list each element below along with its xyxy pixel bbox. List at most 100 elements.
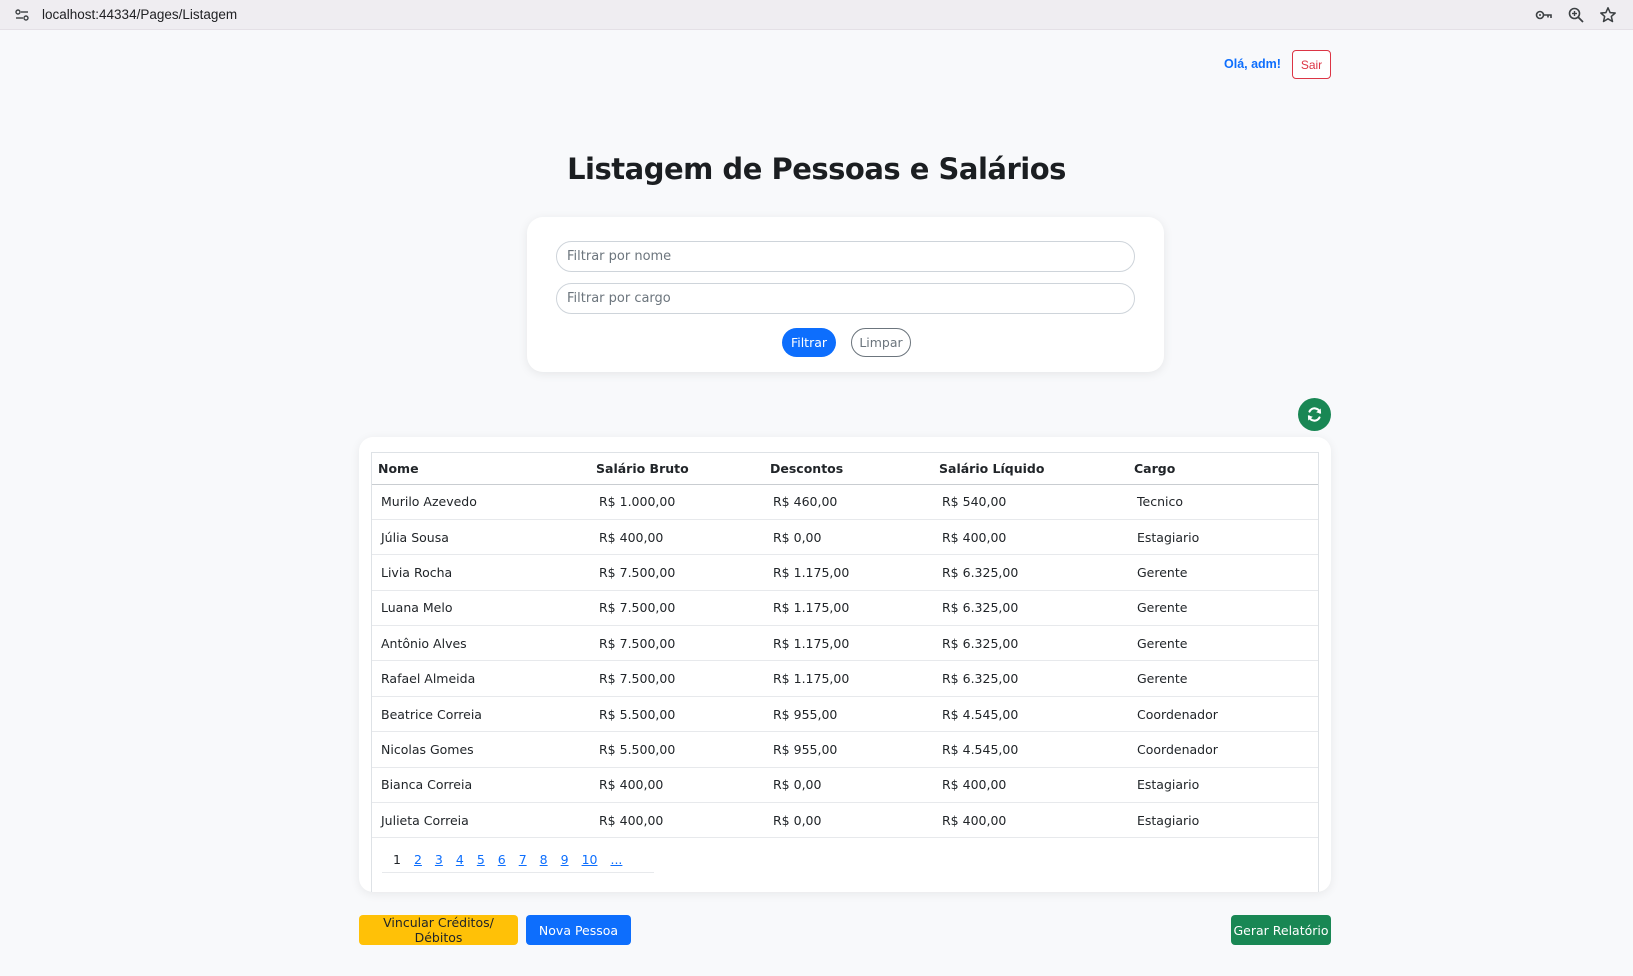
key-icon[interactable] <box>1535 6 1553 24</box>
cell-cargo: Gerente <box>1128 660 1318 697</box>
cell-salario-bruto: R$ 7.500,00 <box>590 554 764 591</box>
employees-table: Nome Salário Bruto Descontos Salário Líq… <box>372 453 1318 839</box>
cell-salario-bruto: R$ 400,00 <box>590 519 764 556</box>
cell-nome: Luana Melo <box>372 590 590 627</box>
cell-nome: Nicolas Gomes <box>372 731 590 768</box>
column-header-nome: Nome <box>372 453 590 485</box>
cell-cargo: Estagiario <box>1128 767 1318 804</box>
table-row: Rafael Almeida R$ 7.500,00 R$ 1.175,00 R… <box>372 660 1318 697</box>
page-link-more[interactable]: ... <box>610 852 622 867</box>
user-greeting: Olá, adm! <box>1224 57 1281 71</box>
cell-descontos: R$ 1.175,00 <box>764 590 933 627</box>
page-link[interactable]: 2 <box>414 852 422 867</box>
clear-button[interactable]: Limpar <box>851 328 911 357</box>
page-current: 1 <box>393 852 401 867</box>
generate-report-button[interactable]: Gerar Relatório <box>1231 915 1331 945</box>
refresh-icon <box>1307 407 1322 422</box>
cell-salario-liquido: R$ 400,00 <box>933 519 1128 556</box>
page-link[interactable]: 6 <box>498 852 506 867</box>
cell-salario-liquido: R$ 540,00 <box>933 484 1128 520</box>
cell-cargo: Gerente <box>1128 625 1318 662</box>
table-row: Beatrice Correia R$ 5.500,00 R$ 955,00 R… <box>372 696 1318 733</box>
refresh-button[interactable] <box>1298 398 1331 431</box>
cell-salario-bruto: R$ 400,00 <box>590 802 764 839</box>
pagination: 1 2 3 4 5 6 7 8 9 10 ... <box>382 847 654 873</box>
column-header-cargo: Cargo <box>1128 453 1318 485</box>
page-link[interactable]: 10 <box>582 852 598 867</box>
filter-panel: Filtrar Limpar <box>527 217 1164 372</box>
page-link[interactable]: 5 <box>477 852 485 867</box>
cell-salario-liquido: R$ 4.545,00 <box>933 696 1128 733</box>
cell-nome: Bianca Correia <box>372 767 590 804</box>
url-text[interactable]: localhost:44334/Pages/Listagem <box>42 7 237 22</box>
table-row: Luana Melo R$ 7.500,00 R$ 1.175,00 R$ 6.… <box>372 590 1318 627</box>
cell-cargo: Coordenador <box>1128 696 1318 733</box>
page-link[interactable]: 3 <box>435 852 443 867</box>
cell-descontos: R$ 1.175,00 <box>764 554 933 591</box>
cell-salario-liquido: R$ 400,00 <box>933 767 1128 804</box>
cell-salario-bruto: R$ 7.500,00 <box>590 625 764 662</box>
cell-salario-bruto: R$ 5.500,00 <box>590 696 764 733</box>
cell-nome: Rafael Almeida <box>372 660 590 697</box>
cell-nome: Murilo Azevedo <box>372 484 590 520</box>
table-header-row: Nome Salário Bruto Descontos Salário Líq… <box>372 453 1318 485</box>
cell-cargo: Coordenador <box>1128 731 1318 768</box>
browser-address-bar: localhost:44334/Pages/Listagem <box>0 0 1633 30</box>
cell-descontos: R$ 1.175,00 <box>764 660 933 697</box>
employees-table-card: Nome Salário Bruto Descontos Salário Líq… <box>359 437 1331 892</box>
cell-descontos: R$ 460,00 <box>764 484 933 520</box>
cell-nome: Livia Rocha <box>372 554 590 591</box>
cell-salario-liquido: R$ 6.325,00 <box>933 590 1128 627</box>
site-settings-icon[interactable] <box>14 7 30 23</box>
page-link[interactable]: 8 <box>540 852 548 867</box>
cell-salario-bruto: R$ 7.500,00 <box>590 660 764 697</box>
column-header-descontos: Descontos <box>764 453 933 485</box>
cell-salario-bruto: R$ 5.500,00 <box>590 731 764 768</box>
link-credits-debits-button[interactable]: Vincular Créditos/ Débitos <box>359 915 518 945</box>
page-link[interactable]: 7 <box>519 852 527 867</box>
table-row: Livia Rocha R$ 7.500,00 R$ 1.175,00 R$ 6… <box>372 554 1318 591</box>
page-link[interactable]: 4 <box>456 852 464 867</box>
cell-salario-bruto: R$ 1.000,00 <box>590 484 764 520</box>
table-row: Murilo Azevedo R$ 1.000,00 R$ 460,00 R$ … <box>372 484 1318 520</box>
column-header-salario-bruto: Salário Bruto <box>590 453 764 485</box>
page-link[interactable]: 9 <box>561 852 569 867</box>
cell-descontos: R$ 955,00 <box>764 696 933 733</box>
cell-salario-bruto: R$ 400,00 <box>590 767 764 804</box>
table-row: Bianca Correia R$ 400,00 R$ 0,00 R$ 400,… <box>372 767 1318 804</box>
table-row: Nicolas Gomes R$ 5.500,00 R$ 955,00 R$ 4… <box>372 731 1318 768</box>
cell-cargo: Tecnico <box>1128 484 1318 520</box>
cell-descontos: R$ 0,00 <box>764 767 933 804</box>
cell-cargo: Estagiario <box>1128 802 1318 839</box>
new-person-button[interactable]: Nova Pessoa <box>526 915 631 945</box>
cell-nome: Beatrice Correia <box>372 696 590 733</box>
cell-nome: Antônio Alves <box>372 625 590 662</box>
cell-descontos: R$ 0,00 <box>764 802 933 839</box>
cell-salario-bruto: R$ 7.500,00 <box>590 590 764 627</box>
cell-descontos: R$ 955,00 <box>764 731 933 768</box>
cell-cargo: Estagiario <box>1128 519 1318 556</box>
cell-descontos: R$ 1.175,00 <box>764 625 933 662</box>
zoom-icon[interactable] <box>1567 6 1585 24</box>
cell-descontos: R$ 0,00 <box>764 519 933 556</box>
table-row: Julieta Correia R$ 400,00 R$ 0,00 R$ 400… <box>372 802 1318 839</box>
role-filter-input[interactable] <box>556 283 1135 314</box>
filter-button[interactable]: Filtrar <box>782 328 836 357</box>
page-title: Listagem de Pessoas e Salários <box>567 152 1066 186</box>
star-icon[interactable] <box>1599 6 1617 24</box>
cell-salario-liquido: R$ 6.325,00 <box>933 660 1128 697</box>
cell-cargo: Gerente <box>1128 554 1318 591</box>
cell-salario-liquido: R$ 6.325,00 <box>933 554 1128 591</box>
table-row: Antônio Alves R$ 7.500,00 R$ 1.175,00 R$… <box>372 625 1318 662</box>
cell-nome: Júlia Sousa <box>372 519 590 556</box>
logout-button[interactable]: Sair <box>1292 50 1331 79</box>
name-filter-input[interactable] <box>556 241 1135 272</box>
column-header-salario-liquido: Salário Líquido <box>933 453 1128 485</box>
cell-salario-liquido: R$ 6.325,00 <box>933 625 1128 662</box>
cell-nome: Julieta Correia <box>372 802 590 839</box>
cell-salario-liquido: R$ 4.545,00 <box>933 731 1128 768</box>
cell-cargo: Gerente <box>1128 590 1318 627</box>
employees-table-wrapper: Nome Salário Bruto Descontos Salário Líq… <box>371 452 1319 892</box>
cell-salario-liquido: R$ 400,00 <box>933 802 1128 839</box>
table-row: Júlia Sousa R$ 400,00 R$ 0,00 R$ 400,00 … <box>372 519 1318 556</box>
